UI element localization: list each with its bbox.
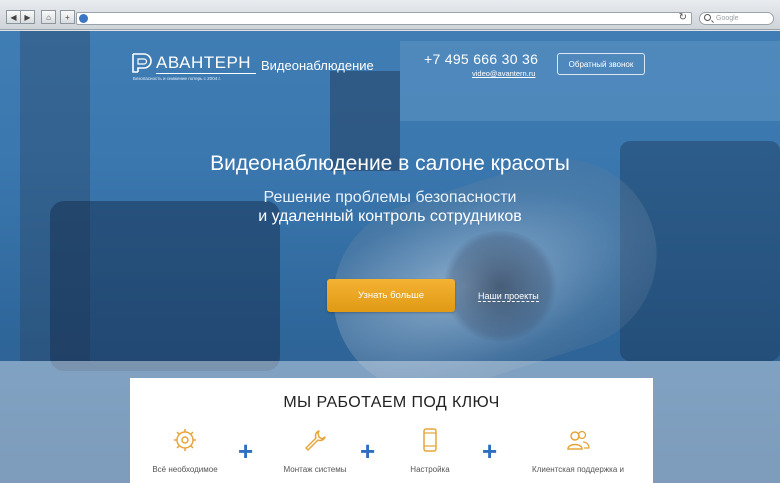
background-camera-lens	[440, 231, 560, 341]
section-title: Видеонаблюдение	[261, 58, 374, 73]
plus-icon: +	[482, 436, 498, 466]
hero-subtitle-line2: и удаленный контроль сотрудников	[258, 208, 522, 225]
search-input[interactable]: Google	[699, 12, 774, 25]
callback-button[interactable]: Обратный звонок	[557, 53, 645, 75]
logo-tagline: Безопасность и снижение потерь с 2004 г.	[133, 76, 221, 81]
step-label: Монтаж системы	[283, 465, 347, 474]
search-icon	[704, 14, 711, 21]
background-chair-left	[50, 201, 280, 371]
step-label: Клиентская поддержка и	[532, 465, 624, 474]
step-label: Всё необходимое	[152, 465, 218, 474]
logo-text: АВАНТЕРН	[156, 53, 252, 72]
search-placeholder: Google	[716, 15, 739, 22]
email-link[interactable]: video@avantern.ru	[472, 69, 535, 78]
hero-section: АВАНТЕРН Безопасность и снижение потерь …	[0, 31, 780, 483]
phone-icon	[423, 428, 437, 452]
step-item: Всё необходимое	[130, 428, 240, 474]
new-tab-button[interactable]: +	[60, 10, 75, 24]
plus-icon: +	[238, 436, 254, 466]
reload-icon[interactable]: ↻	[679, 12, 687, 23]
our-projects-link[interactable]: Наши проекты	[478, 291, 539, 302]
card-title: МЫ РАБОТАЕМ ПОД КЛЮЧ	[283, 394, 500, 411]
turnkey-card: МЫ РАБОТАЕМ ПОД КЛЮЧ Всё необходимое + М…	[130, 378, 653, 483]
logo-underline	[156, 73, 256, 74]
hero-subtitle-line1: Решение проблемы безопасности	[263, 189, 517, 206]
globe-icon	[79, 14, 88, 23]
wrench-icon	[305, 430, 326, 451]
back-button[interactable]: ◀	[6, 10, 21, 24]
hero-title: Видеонаблюдение в салоне красоты	[210, 152, 570, 175]
step-item: Настройка	[375, 428, 485, 474]
address-bar[interactable]: ↻	[76, 12, 692, 25]
users-icon	[567, 430, 590, 450]
home-button[interactable]: ⌂	[41, 10, 56, 24]
forward-button[interactable]: ▶	[20, 10, 35, 24]
nav-buttons: ◀ ▶	[6, 10, 35, 24]
step-label: Настройка	[410, 465, 450, 474]
phone-number[interactable]: +7 495 666 30 36	[424, 51, 538, 67]
gear-icon	[174, 429, 196, 451]
step-item: Монтаж системы	[260, 428, 370, 474]
learn-more-button[interactable]: Узнать больше	[327, 279, 455, 312]
step-item: Клиентская поддержка и	[513, 428, 643, 474]
browser-toolbar: ◀ ▶ ⌂ + ↻ Google	[0, 0, 780, 30]
logo-mark-icon	[132, 53, 152, 73]
plus-icon: +	[360, 436, 376, 466]
